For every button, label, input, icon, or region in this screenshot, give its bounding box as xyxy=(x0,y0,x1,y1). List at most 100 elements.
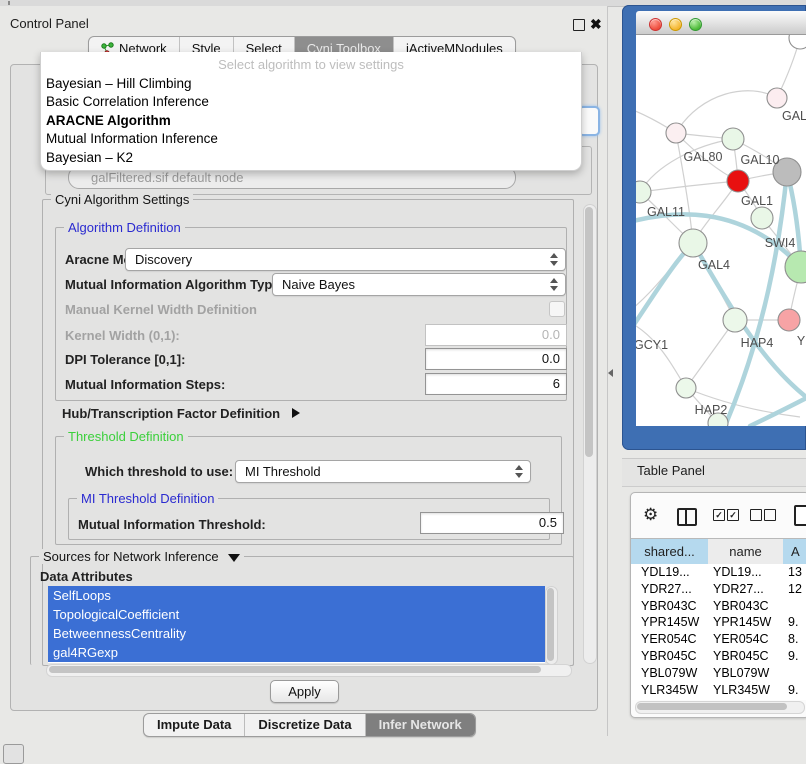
control-panel-title: Control Panel xyxy=(10,12,89,36)
mi-type-value: Naive Bayes xyxy=(282,277,355,292)
table-cell: 8. xyxy=(788,631,798,648)
window-minimize-icon[interactable] xyxy=(669,18,682,31)
table-hscrollbar-thumb[interactable] xyxy=(637,703,787,710)
network-node-gal4[interactable] xyxy=(679,229,707,257)
deselect-all-icon[interactable] xyxy=(764,509,776,521)
network-edge[interactable] xyxy=(640,181,738,192)
attribute-item[interactable]: gal4RGexp xyxy=(48,643,545,662)
algorithm-option[interactable]: Bayesian – K2 xyxy=(41,149,581,167)
algorithm-option[interactable]: Basic Correlation Inference xyxy=(41,93,581,111)
network-node-gal1[interactable] xyxy=(727,170,749,192)
algorithm-option-list: Bayesian – Hill ClimbingBasic Correlatio… xyxy=(41,75,581,171)
attributes-hscrollbar[interactable] xyxy=(46,664,572,677)
kernel-width-input[interactable]: 0.0 xyxy=(425,324,567,346)
data-attributes-label: Data Attributes xyxy=(40,569,133,584)
table-hscrollbar[interactable] xyxy=(635,701,805,714)
splitter-collapse-icon[interactable] xyxy=(608,369,613,377)
attribute-item[interactable]: SelfLoops xyxy=(48,586,545,605)
table-row[interactable]: YDR27...YDR27...12 xyxy=(631,581,806,598)
dpi-tolerance-input[interactable]: 0.0 xyxy=(425,348,567,370)
manual-kernel-checkbox[interactable] xyxy=(549,301,565,317)
network-node[interactable] xyxy=(789,35,806,49)
attributes-scrollbar[interactable] xyxy=(545,586,558,665)
network-node-y[interactable] xyxy=(778,309,800,331)
close-icon[interactable]: ✖ xyxy=(590,14,602,34)
which-threshold-combo[interactable]: MI Threshold xyxy=(235,460,531,483)
settings-scrollbar-thumb[interactable] xyxy=(585,207,593,457)
table-cell: 9. xyxy=(788,648,798,665)
network-edge[interactable] xyxy=(640,139,733,192)
network-edge-thick[interactable] xyxy=(636,243,693,342)
algorithm-option[interactable]: Dream8 DC_TDC Algorithm xyxy=(41,167,581,171)
network-edge[interactable] xyxy=(636,318,686,388)
table-cell: YDR27... xyxy=(713,581,764,598)
mi-steps-input[interactable]: 6 xyxy=(425,373,567,395)
attribute-item[interactable]: TopologicalCoefficient xyxy=(48,605,545,624)
mi-threshold-input[interactable]: 0.5 xyxy=(420,512,564,534)
table-cell: 9 xyxy=(788,698,795,700)
network-node-gal80[interactable] xyxy=(666,123,686,143)
table-row[interactable]: YER054CYER054C8. xyxy=(631,631,806,648)
gear-icon[interactable]: ⚙ xyxy=(643,506,658,523)
mi-steps-label: Mutual Information Steps: xyxy=(65,377,225,392)
attributes-hscrollbar-thumb[interactable] xyxy=(49,666,541,673)
sources-title-row[interactable]: Sources for Network Inference xyxy=(39,549,244,564)
table-row[interactable]: YLR345WYLR345W9. xyxy=(631,682,806,699)
select-all-icon[interactable]: ✓ xyxy=(713,509,725,521)
apply-button[interactable]: Apply xyxy=(270,680,339,703)
attribute-item[interactable]: BetweennessCentrality xyxy=(48,624,545,643)
table-cell: 9. xyxy=(788,682,798,699)
settings-scrollbar[interactable] xyxy=(583,204,597,664)
network-canvas[interactable]: GALGAL80GAL10GAL1GAL11SWI4GAL4HAP4YGCY1H… xyxy=(636,35,806,426)
which-threshold-value: MI Threshold xyxy=(245,464,321,479)
tab-discretize-data[interactable]: Discretize Data xyxy=(245,714,365,736)
window-close-icon[interactable] xyxy=(649,18,662,31)
tab-infer-network[interactable]: Infer Network xyxy=(366,714,475,736)
combo-stepper-icon xyxy=(550,253,559,266)
column-header-shared[interactable]: shared... xyxy=(631,539,709,564)
table-row[interactable]: YDL19...YDL19...13 xyxy=(631,564,806,581)
table-cell: YBR043C xyxy=(641,598,697,615)
top-tick-mark xyxy=(8,1,10,5)
network-node-gal[interactable] xyxy=(767,88,787,108)
table-cell: YBR043C xyxy=(713,598,769,615)
table-row[interactable]: YPR145WYPR145W9. xyxy=(631,614,806,631)
table-row[interactable]: YIL052CYIL052C9 xyxy=(631,698,806,700)
column-header-name[interactable]: name xyxy=(708,539,784,564)
algorithm-option[interactable]: Bayesian – Hill Climbing xyxy=(41,75,581,93)
algorithm-option[interactable]: Mutual Information Inference xyxy=(41,130,581,148)
network-node-hap2[interactable] xyxy=(676,378,696,398)
window-zoom-icon[interactable] xyxy=(689,18,702,31)
float-window-icon[interactable] xyxy=(573,19,585,31)
column-header-a[interactable]: A xyxy=(783,539,806,564)
network-edge[interactable] xyxy=(676,91,777,133)
mi-type-combo[interactable]: Naive Bayes xyxy=(272,273,566,296)
combo-stepper-icon xyxy=(515,465,524,478)
network-edge[interactable] xyxy=(686,320,735,388)
table-row[interactable]: YBL079WYBL079W xyxy=(631,665,806,682)
attributes-scrollbar-thumb[interactable] xyxy=(547,588,554,661)
table-cell: YIL052C xyxy=(713,698,762,700)
node-label: GAL xyxy=(782,109,806,123)
table-doc-icon[interactable] xyxy=(794,505,806,526)
split-view-icon[interactable] xyxy=(677,508,697,526)
algorithm-option[interactable]: ARACNE Algorithm xyxy=(41,112,581,130)
network-node-hap4[interactable] xyxy=(723,308,747,332)
table-cell: 12 xyxy=(788,581,802,598)
tab-impute-data[interactable]: Impute Data xyxy=(144,714,245,736)
mi-type-label: Mutual Information Algorithm Type: xyxy=(65,277,284,292)
hub-expander[interactable]: Hub/Transcription Factor Definition xyxy=(62,406,300,421)
collapsed-panel-icon[interactable] xyxy=(3,744,24,764)
threshold-definition-title: Threshold Definition xyxy=(64,429,188,444)
bottom-tab-bar: Impute DataDiscretize DataInfer Network xyxy=(143,713,476,737)
network-node-swi4[interactable] xyxy=(751,207,773,229)
network-window-titlebar[interactable] xyxy=(636,11,806,35)
select-all-icon[interactable]: ✓ xyxy=(727,509,739,521)
network-node-gal10[interactable] xyxy=(722,128,744,150)
dpi-tolerance-label: DPI Tolerance [0,1]: xyxy=(65,352,185,367)
deselect-all-icon[interactable] xyxy=(750,509,762,521)
hub-expander-label: Hub/Transcription Factor Definition xyxy=(62,406,280,421)
table-row[interactable]: YBR043C YBR043C xyxy=(631,598,806,615)
aracne-mode-combo[interactable]: Discovery xyxy=(125,248,566,271)
table-row[interactable]: YBR045CYBR045C9. xyxy=(631,648,806,665)
